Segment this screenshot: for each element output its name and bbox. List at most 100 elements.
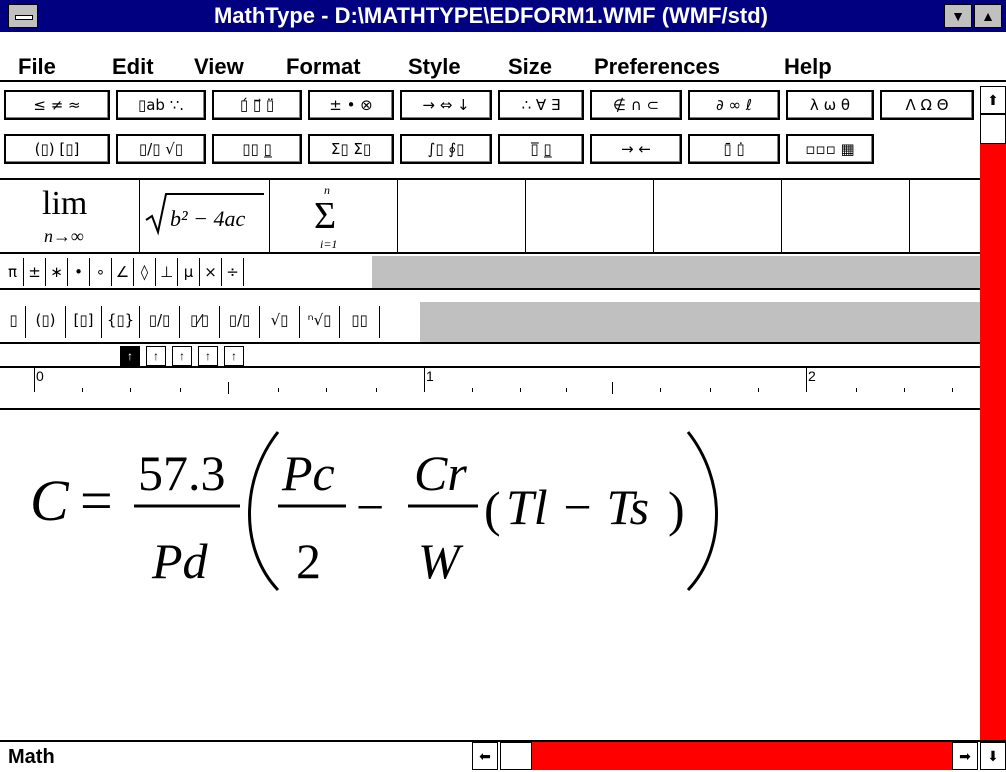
tab-left-selected[interactable]: ↑ (120, 346, 140, 366)
symbol-pi[interactable]: π (2, 258, 24, 286)
small-template-sqrt[interactable]: √▯ (260, 306, 300, 338)
scroll-up-button[interactable]: ⬆ (980, 86, 1006, 114)
tab-decimal[interactable]: ↑ (224, 346, 244, 366)
horizontal-scroll-track[interactable] (532, 742, 952, 770)
menu-preferences[interactable]: Preferences (594, 54, 720, 80)
operators-palette-button[interactable]: ± • ⊗ (308, 90, 394, 120)
menu-size[interactable]: Size (508, 54, 552, 80)
arrow-left-icon: ⬅ (479, 748, 491, 764)
vertical-scroll-thumb[interactable] (980, 114, 1006, 144)
symbol-lozenge[interactable]: ◊ (134, 258, 156, 286)
template-sqrt[interactable]: b² − 4ac (140, 180, 270, 252)
menu-edit[interactable]: Edit (112, 54, 154, 80)
eq-frac2-den: 2 (296, 533, 321, 589)
template-lim-text: lim (42, 185, 87, 222)
small-template-inline-fraction[interactable]: ▯/▯ (220, 306, 260, 338)
tab-center[interactable]: ↑ (146, 346, 166, 366)
template-slot-empty-4[interactable] (782, 180, 910, 252)
ruler[interactable]: 0 1 2 (0, 366, 980, 410)
bars-palette-button[interactable]: ▯̅ ▯̲ (498, 134, 584, 164)
ruler-label-1: 1 (426, 368, 434, 384)
vertical-scrollbar[interactable]: ⬆ (980, 86, 1006, 740)
style-status-text: Math (8, 746, 55, 768)
labeled-arrows-palette-button[interactable]: → ← (590, 134, 682, 164)
small-template-brackets[interactable]: [▯] (66, 306, 102, 338)
scroll-down-button[interactable]: ⬇ (980, 742, 1006, 770)
status-bar: Math ⬅ ➡ ⬇ (0, 740, 1006, 772)
small-template-nth-root[interactable]: ⁿ√▯ (300, 306, 340, 338)
small-template-braces[interactable]: {▯} (102, 306, 140, 338)
fences-palette-button[interactable]: (▯) [▯] (4, 134, 110, 164)
equation-editor-area[interactable]: C = 57.3 Pd Pc 2 − Cr W ( Tl − Ts ) (0, 410, 980, 740)
symbol-times[interactable]: × (200, 258, 222, 286)
template-slot-empty-5[interactable] (910, 180, 980, 252)
ruler-label-2: 2 (808, 368, 816, 384)
eq-inner-close-paren: ) (668, 481, 685, 537)
fractions-radicals-palette-button[interactable]: ▯/▯ √▯ (116, 134, 206, 164)
menu-view[interactable]: View (194, 54, 244, 80)
small-template-bar: ▯ (▯) [▯] {▯} ▯/▯ ▯⁄▯ ▯/▯ √▯ ⁿ√▯ ▯▯ (0, 302, 980, 344)
symbol-bullet[interactable]: • (68, 258, 90, 286)
system-menu-button[interactable] (8, 4, 38, 28)
menu-file[interactable]: File (18, 54, 56, 80)
arrows-palette-button[interactable]: → ⇔ ↓ (400, 90, 492, 120)
scroll-right-button[interactable]: ➡ (952, 742, 978, 770)
minimize-button[interactable]: ▼ (944, 4, 972, 28)
greek-upper-palette-button[interactable]: Λ Ω Θ (880, 90, 974, 120)
menu-format[interactable]: Format (286, 54, 361, 80)
eq-right-paren (686, 431, 718, 592)
eq-frac3-den: W (418, 533, 464, 589)
symbol-perp[interactable]: ⊥ (156, 258, 178, 286)
template-slot-empty-2[interactable] (526, 180, 654, 252)
arrow-right-icon: ➡ (959, 748, 971, 764)
symbol-divide[interactable]: ÷ (222, 258, 244, 286)
template-limit[interactable]: lim n→∞ (0, 180, 140, 252)
mathtype-window: MathType - D:\MATHTYPE\EDFORM1.WMF (WMF/… (0, 0, 1006, 772)
small-template-slash-fraction[interactable]: ▯⁄▯ (180, 306, 220, 338)
integrals-palette-button[interactable]: ∫▯ ∮▯ (400, 134, 492, 164)
eq-left-paren (248, 431, 280, 592)
template-slot-empty-3[interactable] (654, 180, 782, 252)
greek-lower-palette-button[interactable]: λ ω θ (786, 90, 874, 120)
eq-paren-inner: Tl − Ts (506, 479, 649, 535)
symbol-plus-minus[interactable]: ± (24, 258, 46, 286)
summations-palette-button[interactable]: Σ▯ Σ▯ (308, 134, 394, 164)
relations-palette-button[interactable]: ≤ ≠ ≈ (4, 90, 110, 120)
symbol-mu[interactable]: µ (178, 258, 200, 286)
menu-style[interactable]: Style (408, 54, 461, 80)
template-bar: lim n→∞ b² − 4ac n Σ i=1 (0, 178, 980, 254)
horizontal-scroll-thumb[interactable] (500, 742, 532, 770)
maximize-button[interactable]: ▲ (974, 4, 1002, 28)
template-summation[interactable]: n Σ i=1 (270, 180, 398, 252)
sets-palette-button[interactable]: ∉ ∩ ⊂ (590, 90, 682, 120)
window-title: MathType - D:\MATHTYPE\EDFORM1.WMF (WMF/… (213, 3, 768, 28)
eq-minus: − (356, 479, 384, 535)
tab-right[interactable]: ↑ (172, 346, 192, 366)
arrow-down-icon: ⬇ (987, 748, 999, 764)
tab-relational[interactable]: ↑ (198, 346, 218, 366)
small-template-0[interactable]: ▯ (2, 306, 26, 338)
symbol-ring[interactable]: ∘ (90, 258, 112, 286)
eq-frac1-den: Pd (151, 533, 209, 589)
template-slot-empty-1[interactable] (398, 180, 526, 252)
arrow-up-icon: ⬆ (987, 92, 999, 108)
menu-help[interactable]: Help (784, 54, 832, 80)
small-template-parens[interactable]: (▯) (26, 306, 66, 338)
matrices-palette-button[interactable]: ▫▫▫ ▦ (786, 134, 874, 164)
scroll-left-button[interactable]: ⬅ (472, 742, 498, 770)
eq-lhs: C (30, 468, 70, 533)
products-palette-button[interactable]: ▯̄ ▯̇ (688, 134, 780, 164)
eq-frac3-num: Cr (414, 445, 467, 501)
spaces-palette-button[interactable]: ▯ab ∵. (116, 90, 206, 120)
small-template-superscript[interactable]: ▯▯ (340, 306, 380, 338)
small-template-fraction[interactable]: ▯/▯ (140, 306, 180, 338)
symbol-asterisk[interactable]: ∗ (46, 258, 68, 286)
misc-symbols-palette-button[interactable]: ∂ ∞ ℓ (688, 90, 780, 120)
logic-palette-button[interactable]: ∴ ∀ ∃ (498, 90, 584, 120)
embellishments-palette-button[interactable]: ▯́ ▯⃗ ▯̈ (212, 90, 302, 120)
template-sqrt-text: b² − 4ac (170, 206, 245, 231)
symbol-bar: π ± ∗ • ∘ ∠ ◊ ⊥ µ × ÷ (0, 256, 980, 290)
template-sum-symbol: Σ (314, 195, 336, 237)
scripts-palette-button[interactable]: ▯▯ ▯̲ (212, 134, 302, 164)
symbol-angle[interactable]: ∠ (112, 258, 134, 286)
